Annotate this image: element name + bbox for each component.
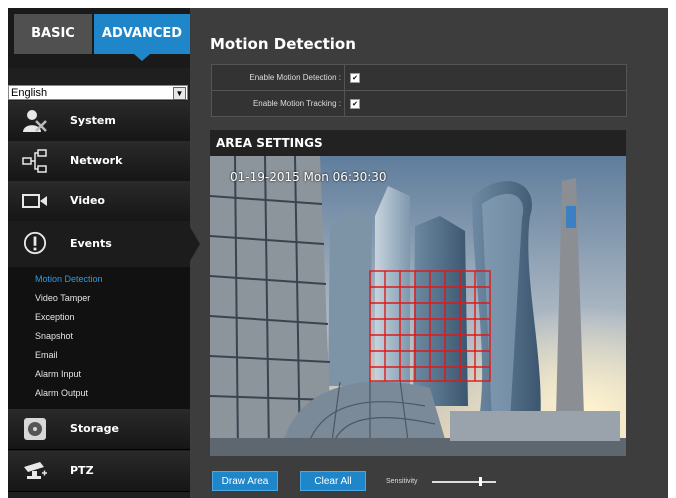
language-select[interactable]: English ▼ [8, 85, 188, 100]
video-preview[interactable]: 01-19-2015 Mon 06:30:30 [210, 156, 626, 456]
sidebar-item-network[interactable]: Network [8, 141, 190, 182]
area-settings-header: AREA SETTINGS [210, 130, 626, 156]
row-divider [344, 91, 345, 116]
submenu-motion-detection[interactable]: Motion Detection [35, 274, 103, 284]
clear-all-button[interactable]: Clear All [300, 471, 366, 491]
enable-motion-label: Enable Motion Detection : [249, 73, 341, 82]
page-title: Motion Detection [210, 35, 356, 53]
tab-advanced[interactable]: ADVANCED [94, 14, 190, 61]
tab-basic[interactable]: BASIC [14, 14, 92, 54]
alert-circle-icon [23, 231, 47, 255]
sidebar-item-video[interactable]: Video [8, 181, 190, 222]
submenu-video-tamper[interactable]: Video Tamper [35, 293, 90, 303]
language-select-value: English [11, 87, 48, 99]
camera-icon [22, 194, 47, 208]
sidebar-item-label: Network [70, 154, 123, 167]
sidebar-item-system[interactable]: System [8, 101, 190, 142]
user-gear-icon [23, 110, 47, 132]
enable-motion-checkbox[interactable]: ✔ [350, 73, 360, 83]
draw-area-button[interactable]: Draw Area [212, 471, 278, 491]
main-panel: Motion Detection Enable Motion Detection… [190, 8, 668, 498]
sensitivity-slider-thumb[interactable] [478, 477, 482, 486]
camera-image [210, 156, 626, 456]
events-submenu: Motion Detection Video Tamper Exception … [8, 267, 190, 409]
sidebar-item-label: Storage [70, 422, 119, 435]
network-icon [22, 149, 47, 173]
sidebar-item-events[interactable]: Events [8, 221, 200, 268]
enable-motion-row: Enable Motion Detection : ✔ [211, 64, 627, 91]
sidebar-item-label: Video [70, 194, 105, 207]
app-window: BASIC ADVANCED English ▼ System Network [8, 8, 668, 498]
sidebar-item-label: System [70, 114, 116, 127]
osd-timestamp: 01-19-2015 Mon 06:30:30 [230, 170, 387, 184]
disk-icon [24, 418, 46, 440]
sidebar-item-label: PTZ [70, 464, 94, 477]
sidebar-item-label: Events [70, 237, 112, 250]
sensitivity-label: Sensitivity [386, 478, 418, 485]
submenu-alarm-input[interactable]: Alarm Input [35, 369, 81, 379]
ptz-camera-icon [24, 462, 47, 479]
submenu-alarm-output[interactable]: Alarm Output [35, 388, 88, 398]
submenu-email[interactable]: Email [35, 350, 58, 360]
enable-tracking-label: Enable Motion Tracking : [252, 99, 341, 108]
mode-tabs: BASIC ADVANCED [8, 8, 190, 68]
enable-tracking-checkbox[interactable]: ✔ [350, 99, 360, 109]
enable-tracking-row: Enable Motion Tracking : ✔ [211, 90, 627, 117]
sidebar: BASIC ADVANCED English ▼ System Network [8, 8, 200, 498]
row-divider [344, 65, 345, 90]
sensitivity-slider-track[interactable] [432, 481, 496, 483]
submenu-exception[interactable]: Exception [35, 312, 75, 322]
chevron-down-icon[interactable]: ▼ [173, 87, 186, 100]
sidebar-item-ptz[interactable]: PTZ [8, 451, 190, 492]
submenu-snapshot[interactable]: Snapshot [35, 331, 73, 341]
sidebar-item-storage[interactable]: Storage [8, 409, 190, 450]
